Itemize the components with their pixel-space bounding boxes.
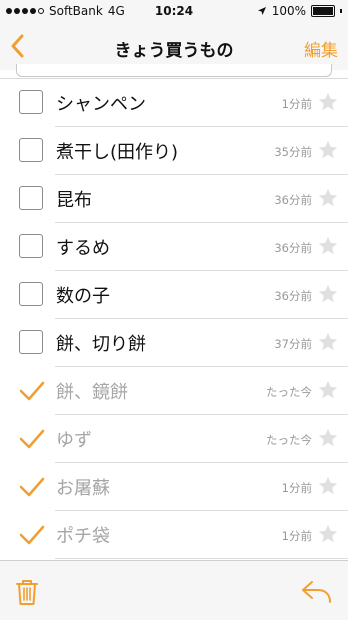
item-time: 36分前 xyxy=(274,241,312,255)
checkbox[interactable] xyxy=(19,90,43,114)
list-item[interactable]: するめ 36分前 xyxy=(0,223,348,271)
item-label: 餅、切り餅 xyxy=(56,334,146,355)
list-item[interactable]: 餅、切り餅 37分前 xyxy=(0,319,348,367)
list-item[interactable]: シャンペン 1分前 xyxy=(0,79,348,127)
battery-percent: 100% xyxy=(271,4,306,18)
item-label: 餅、鏡餅 xyxy=(56,382,128,403)
item-label: ポチ袋 xyxy=(56,526,110,547)
bottom-toolbar xyxy=(0,561,348,620)
status-right: 100% xyxy=(257,4,342,18)
shopping-list: シャンペン 1分前 煮干し(田作り) 35分前 昆布 36分前 するめ 36分前 数の子 36分前… xyxy=(0,79,348,559)
star-icon[interactable] xyxy=(317,379,339,401)
item-time: たった今 xyxy=(266,385,312,399)
item-time: 1分前 xyxy=(281,481,312,495)
search-bar-edge[interactable] xyxy=(16,64,332,77)
checkbox[interactable] xyxy=(19,330,43,354)
item-label: 煮干し(田作り) xyxy=(56,142,179,163)
item-time: 36分前 xyxy=(274,193,312,207)
item-time: 35分前 xyxy=(274,145,312,159)
edit-button[interactable]: 編集 xyxy=(304,36,338,61)
checkbox[interactable] xyxy=(19,282,43,306)
row-divider xyxy=(55,558,348,559)
star-icon[interactable] xyxy=(317,91,339,113)
page-title: きょう買うもの xyxy=(114,41,234,61)
checkmark-icon[interactable] xyxy=(18,474,46,500)
list-item[interactable]: 昆布 36分前 xyxy=(0,175,348,223)
item-label: 昆布 xyxy=(56,190,92,211)
star-icon[interactable] xyxy=(317,187,339,209)
star-icon[interactable] xyxy=(317,283,339,305)
list-item[interactable]: ポチ袋 1分前 xyxy=(0,511,348,559)
star-icon[interactable] xyxy=(317,523,339,545)
checkmark-icon[interactable] xyxy=(18,522,46,548)
list-item[interactable]: 数の子 36分前 xyxy=(0,271,348,319)
list-item[interactable]: 煮干し(田作り) 35分前 xyxy=(0,127,348,175)
list-item[interactable]: 餅、鏡餅 たった今 xyxy=(0,367,348,415)
status-bar: SoftBank 4G 10:24 100% xyxy=(0,0,348,22)
item-time: たった今 xyxy=(266,433,312,447)
checkbox[interactable] xyxy=(19,138,43,162)
battery-icon xyxy=(311,5,335,17)
star-icon[interactable] xyxy=(317,331,339,353)
checkbox[interactable] xyxy=(19,234,43,258)
item-label: シャンペン xyxy=(56,94,146,115)
item-label: 数の子 xyxy=(56,286,110,307)
item-time: 36分前 xyxy=(274,289,312,303)
star-icon[interactable] xyxy=(317,427,339,449)
checkmark-icon[interactable] xyxy=(18,378,46,404)
location-arrow-icon xyxy=(257,7,266,15)
reply-icon[interactable] xyxy=(300,579,334,605)
item-time: 37分前 xyxy=(274,337,312,351)
checkbox[interactable] xyxy=(19,186,43,210)
checkmark-icon[interactable] xyxy=(18,426,46,452)
battery-tip xyxy=(340,9,342,13)
item-label: お屠蘇 xyxy=(56,478,110,499)
item-time: 1分前 xyxy=(281,97,312,111)
item-label: するめ xyxy=(56,238,110,259)
star-icon[interactable] xyxy=(317,139,339,161)
item-time: 1分前 xyxy=(281,529,312,543)
star-icon[interactable] xyxy=(317,475,339,497)
trash-icon[interactable] xyxy=(14,577,40,607)
item-label: ゆず xyxy=(56,430,92,451)
list-item[interactable]: お屠蘇 1分前 xyxy=(0,463,348,511)
star-icon[interactable] xyxy=(317,235,339,257)
list-item[interactable]: ゆず たった今 xyxy=(0,415,348,463)
nav-bar: きょう買うもの 編集 xyxy=(0,22,348,70)
